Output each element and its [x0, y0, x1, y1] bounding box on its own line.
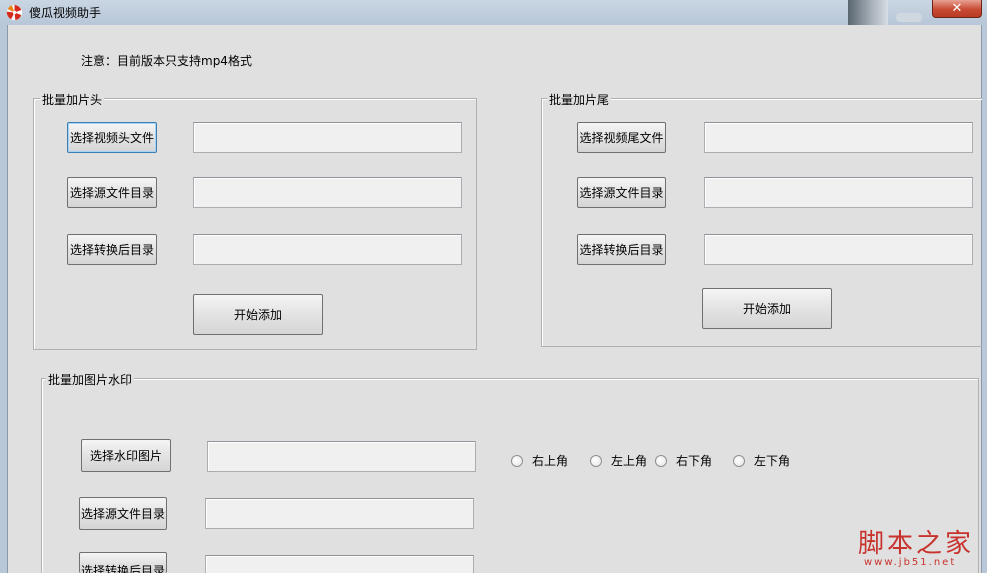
radio-circle-icon[interactable]: [655, 454, 667, 467]
window-title: 傻瓜视频助手: [29, 6, 102, 20]
watermark-source-dir-input[interactable]: [205, 498, 474, 529]
trailer-output-dir-input[interactable]: [704, 234, 973, 265]
close-icon: ✕: [951, 1, 963, 16]
trailer-source-dir-input[interactable]: [704, 177, 973, 208]
site-watermark-text: 脚本之家: [858, 529, 975, 559]
radio-bottom-left-label: 左下角: [754, 454, 791, 468]
radio-circle-icon[interactable]: [511, 454, 523, 467]
radio-circle-icon[interactable]: [590, 454, 602, 467]
site-watermark-url: www.jb51.net: [864, 557, 957, 568]
background-window-fragment: [896, 13, 922, 22]
select-trailer-source-dir-button[interactable]: 选择源文件目录: [577, 177, 666, 208]
radio-bottom-right-label: 右下角: [676, 454, 713, 468]
watermark-group-box: [41, 378, 979, 573]
trailer-file-input[interactable]: [704, 122, 973, 153]
header-output-dir-input[interactable]: [193, 234, 462, 265]
radio-bottom-left[interactable]: 左下角: [733, 452, 790, 469]
select-watermark-output-dir-button[interactable]: 选择转换后目录: [79, 552, 167, 573]
radio-top-left[interactable]: 左上角: [590, 452, 647, 469]
radio-top-right[interactable]: 右上角: [511, 452, 568, 469]
background-window-thumbnail: [848, 0, 888, 25]
radio-bottom-right[interactable]: 右下角: [655, 452, 712, 469]
select-watermark-image-button[interactable]: 选择水印图片: [81, 439, 171, 472]
select-header-file-button[interactable]: 选择视频头文件: [67, 122, 157, 153]
header-group-legend: 批量加片头: [40, 91, 105, 108]
select-trailer-output-dir-button[interactable]: 选择转换后目录: [577, 234, 666, 265]
select-watermark-source-dir-button[interactable]: 选择源文件目录: [79, 497, 167, 530]
radio-circle-icon[interactable]: [733, 454, 745, 467]
trailer-group-legend: 批量加片尾: [547, 91, 612, 108]
select-trailer-file-button[interactable]: 选择视频尾文件: [577, 122, 666, 153]
app-pinwheel-icon: [6, 4, 23, 21]
radio-top-right-label: 右上角: [532, 454, 569, 468]
watermark-output-dir-input[interactable]: [205, 555, 474, 573]
header-source-dir-input[interactable]: [193, 177, 462, 208]
header-start-add-button[interactable]: 开始添加: [193, 294, 323, 335]
title-bar[interactable]: [0, 0, 987, 25]
trailer-start-add-button[interactable]: 开始添加: [702, 288, 832, 329]
select-header-source-dir-button[interactable]: 选择源文件目录: [67, 177, 157, 208]
watermark-image-input[interactable]: [207, 441, 476, 472]
close-button[interactable]: ✕: [932, 0, 982, 18]
radio-top-left-label: 左上角: [611, 454, 648, 468]
select-header-output-dir-button[interactable]: 选择转换后目录: [67, 234, 157, 265]
watermark-group-legend: 批量加图片水印: [46, 371, 135, 388]
format-notice: 注意：目前版本只支持mp4格式: [81, 54, 252, 68]
header-file-input[interactable]: [193, 122, 462, 153]
